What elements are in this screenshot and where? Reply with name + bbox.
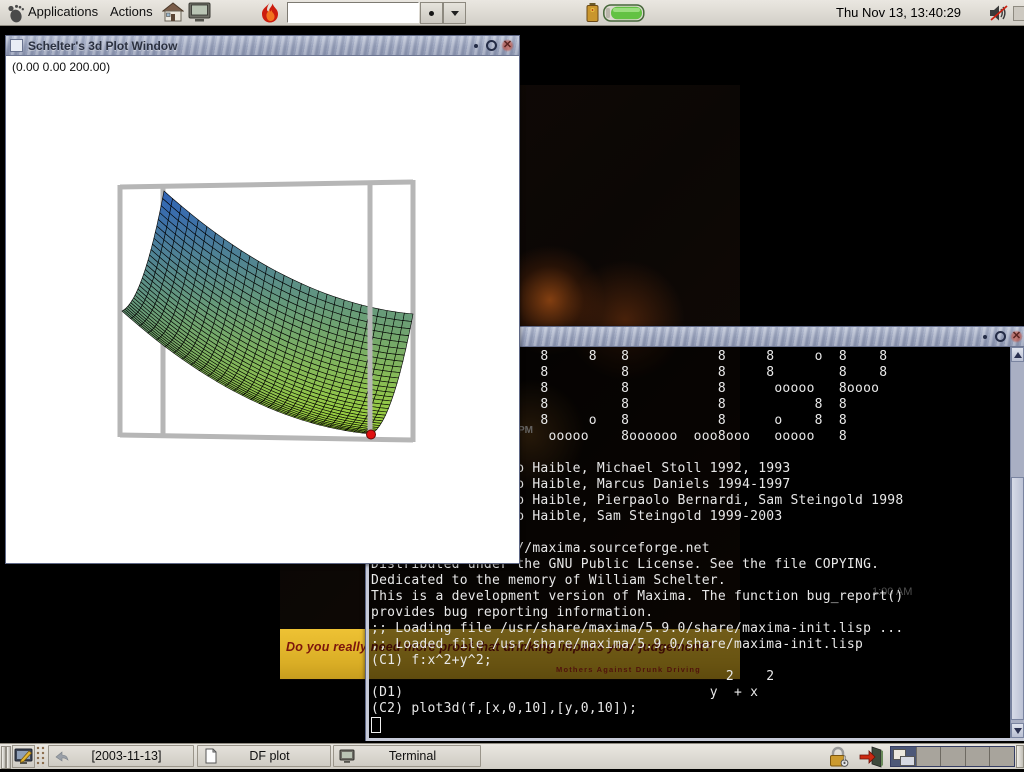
minimize-icon[interactable]	[978, 330, 991, 343]
terminal-icon	[339, 748, 355, 764]
plot3d-window-icon	[10, 39, 23, 52]
task-button-label: [2003-11-13]	[70, 749, 193, 763]
volume-muted-icon[interactable]	[988, 3, 1010, 23]
show-desktop-button[interactable]	[12, 745, 35, 768]
flame-applet-icon[interactable]	[257, 1, 283, 24]
command-history-button[interactable]	[443, 2, 466, 24]
task-button-df-plot[interactable]: DF plot	[197, 745, 331, 767]
maximize-icon[interactable]	[994, 330, 1007, 343]
terminal-line: ;; Loading file /usr/share/maxima/5.9.0/…	[371, 621, 903, 637]
chevron-down-icon	[451, 11, 459, 16]
dot-icon	[429, 11, 434, 16]
plot3d-canvas[interactable]: (0.00 0.00 200.00)	[6, 56, 517, 562]
document-icon	[203, 748, 219, 764]
menu-applications[interactable]: Applications	[28, 4, 98, 19]
notification-tray-icon[interactable]	[1013, 6, 1024, 21]
terminal-line: (C2) plot3d(f,[x,0,10],[y,0,10]);	[371, 701, 903, 717]
desktop-pencil-icon	[13, 746, 34, 767]
plot3d-window: Schelter's 3d Plot Window ✕ (0.00 0.00 2…	[5, 35, 520, 564]
workspace-4[interactable]	[966, 747, 991, 766]
command-line-input[interactable]	[287, 2, 419, 23]
gnome-foot-icon[interactable]	[6, 3, 26, 23]
task-button-terminal[interactable]: Terminal	[333, 745, 481, 767]
terminal-line: 2 2	[371, 669, 903, 685]
panel-hide-button[interactable]	[1016, 745, 1024, 768]
home-launcher-icon[interactable]	[162, 2, 184, 23]
origin-marker-dot	[367, 430, 376, 439]
top-panel: Applications Actions Thu Nov 13, 13:40:2…	[0, 0, 1024, 26]
clock[interactable]: Thu Nov 13, 13:40:29	[836, 5, 961, 20]
task-button-label: Terminal	[355, 749, 480, 763]
menu-actions[interactable]: Actions	[110, 4, 153, 19]
close-icon[interactable]: ✕	[1010, 330, 1023, 343]
plot3d-titlebar[interactable]: Schelter's 3d Plot Window ✕	[6, 36, 519, 56]
workspace-3[interactable]	[941, 747, 966, 766]
plot3d-window-title: Schelter's 3d Plot Window	[28, 39, 177, 53]
command-browser-button[interactable]	[420, 2, 443, 24]
lock-screen-icon[interactable]	[827, 746, 851, 768]
workspace-5[interactable]	[990, 747, 1014, 766]
minimize-icon[interactable]	[469, 39, 482, 52]
battery-charge-icon[interactable]	[603, 4, 645, 22]
terminal-cursor	[371, 717, 381, 733]
task-button-label: DF plot	[219, 749, 330, 763]
terminal-launcher-icon[interactable]	[188, 2, 211, 23]
terminal-line: Dedicated to the memory of William Schel…	[371, 573, 903, 589]
bottom-panel: [2003-11-13] DF plot Terminal	[0, 743, 1024, 769]
battery-small-icon[interactable]	[585, 2, 600, 23]
terminal-scrollbar[interactable]	[1010, 347, 1024, 738]
workspace-window-thumb	[900, 756, 915, 766]
log-out-icon[interactable]	[858, 746, 884, 768]
maximize-icon[interactable]	[485, 39, 498, 52]
scrollbar-thumb[interactable]	[1011, 477, 1024, 720]
close-icon[interactable]: ✕	[501, 39, 514, 52]
terminal-line	[371, 717, 903, 733]
terminal-line: ;; Loaded file /usr/share/maxima/5.9.0/s…	[371, 637, 903, 653]
gray-arrow-icon	[54, 748, 70, 764]
workspace-2[interactable]	[917, 747, 942, 766]
scroll-up-icon[interactable]	[1011, 347, 1024, 362]
terminal-line: This is a development version of Maxima.…	[371, 589, 903, 605]
terminal-line: (C1) f:x^2+y^2;	[371, 653, 903, 669]
terminal-line: (D1) y + x	[371, 685, 903, 701]
surface-plot	[6, 56, 517, 562]
panel-handle[interactable]	[6, 746, 11, 769]
scroll-down-icon[interactable]	[1011, 723, 1024, 738]
plot3d-coordinate-readout: (0.00 0.00 200.00)	[12, 60, 110, 74]
tasklist-drag-handle[interactable]	[36, 746, 46, 767]
task-button-2003-11-13[interactable]: [2003-11-13]	[48, 745, 194, 767]
workspace-1[interactable]	[891, 747, 917, 766]
workspace-switcher[interactable]	[890, 746, 1015, 767]
terminal-line: provides bug reporting information.	[371, 605, 903, 621]
